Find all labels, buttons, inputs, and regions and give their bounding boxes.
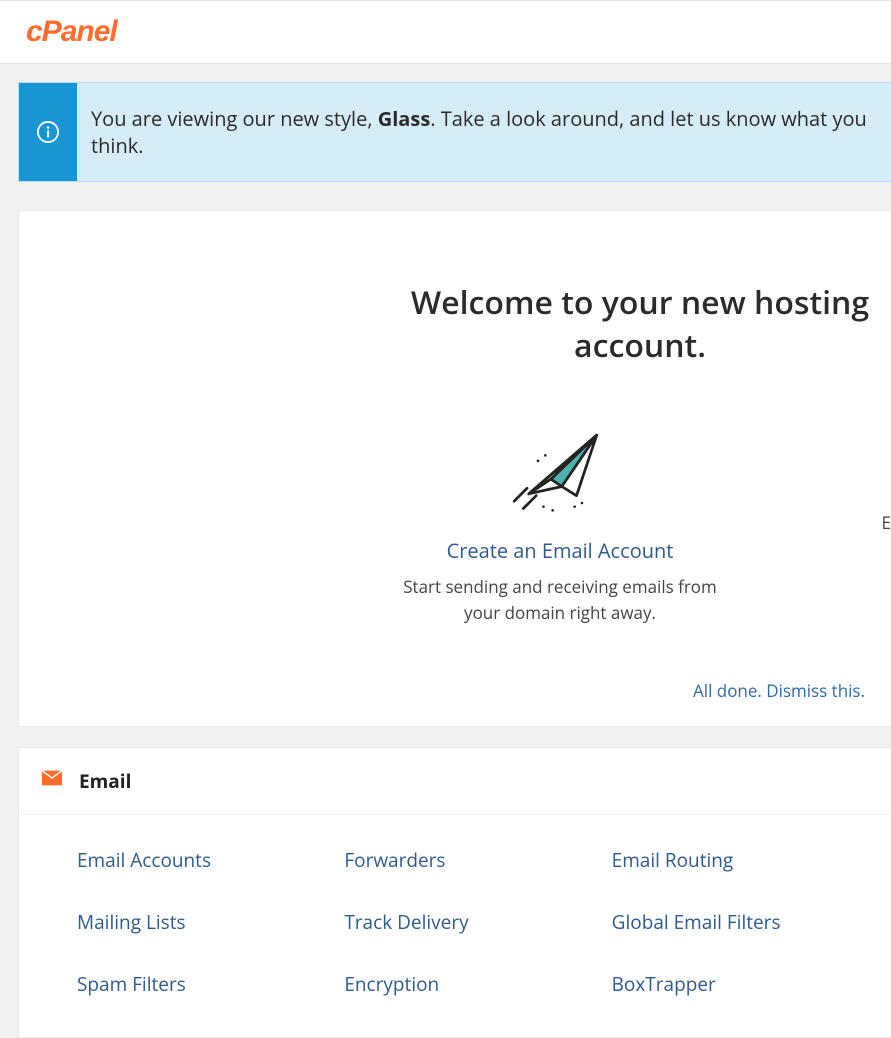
cpanel-logo: cPanel: [26, 15, 117, 49]
create-email-link[interactable]: Create an Email Account: [229, 537, 891, 564]
link-track-delivery[interactable]: Track Delivery: [344, 909, 601, 935]
banner-prefix: You are viewing our new style,: [91, 105, 378, 132]
topbar: cPanel: [0, 0, 891, 64]
email-section: Email Email Accounts Forwarders Email Ro…: [18, 747, 891, 1038]
link-mailing-lists[interactable]: Mailing Lists: [77, 909, 334, 935]
create-desc-line2: your domain right away.: [464, 601, 656, 624]
link-global-email-filters[interactable]: Global Email Filters: [612, 909, 869, 935]
link-email-routing[interactable]: Email Routing: [612, 847, 869, 873]
link-spam-filters[interactable]: Spam Filters: [77, 971, 334, 997]
welcome-title: Welcome to your new hosting account.: [389, 281, 891, 367]
email-section-title: Email: [79, 768, 131, 794]
link-encryption[interactable]: Encryption: [344, 971, 601, 997]
envelope-icon: [41, 769, 63, 792]
paper-plane-icon: [229, 415, 891, 525]
truncated-neighbor-text: E: [882, 511, 891, 534]
dismiss-link[interactable]: All done. Dismiss this.: [19, 679, 891, 702]
info-icon: [19, 83, 77, 181]
link-email-accounts[interactable]: Email Accounts: [77, 847, 334, 873]
style-notice-banner: You are viewing our new style, Glass. Ta…: [18, 82, 891, 182]
link-forwarders[interactable]: Forwarders: [344, 847, 601, 873]
banner-style-name: Glass: [378, 105, 431, 132]
banner-text: You are viewing our new style, Glass. Ta…: [77, 83, 891, 181]
create-desc-line1: Start sending and receiving emails from: [403, 575, 717, 598]
welcome-panel: Welcome to your new hosting account. Cre…: [18, 210, 891, 727]
link-boxtrapper[interactable]: BoxTrapper: [612, 971, 869, 997]
email-links-grid: Email Accounts Forwarders Email Routing …: [19, 815, 891, 1037]
email-section-header[interactable]: Email: [19, 748, 891, 815]
create-email-desc: Start sending and receiving emails from …: [229, 574, 891, 627]
